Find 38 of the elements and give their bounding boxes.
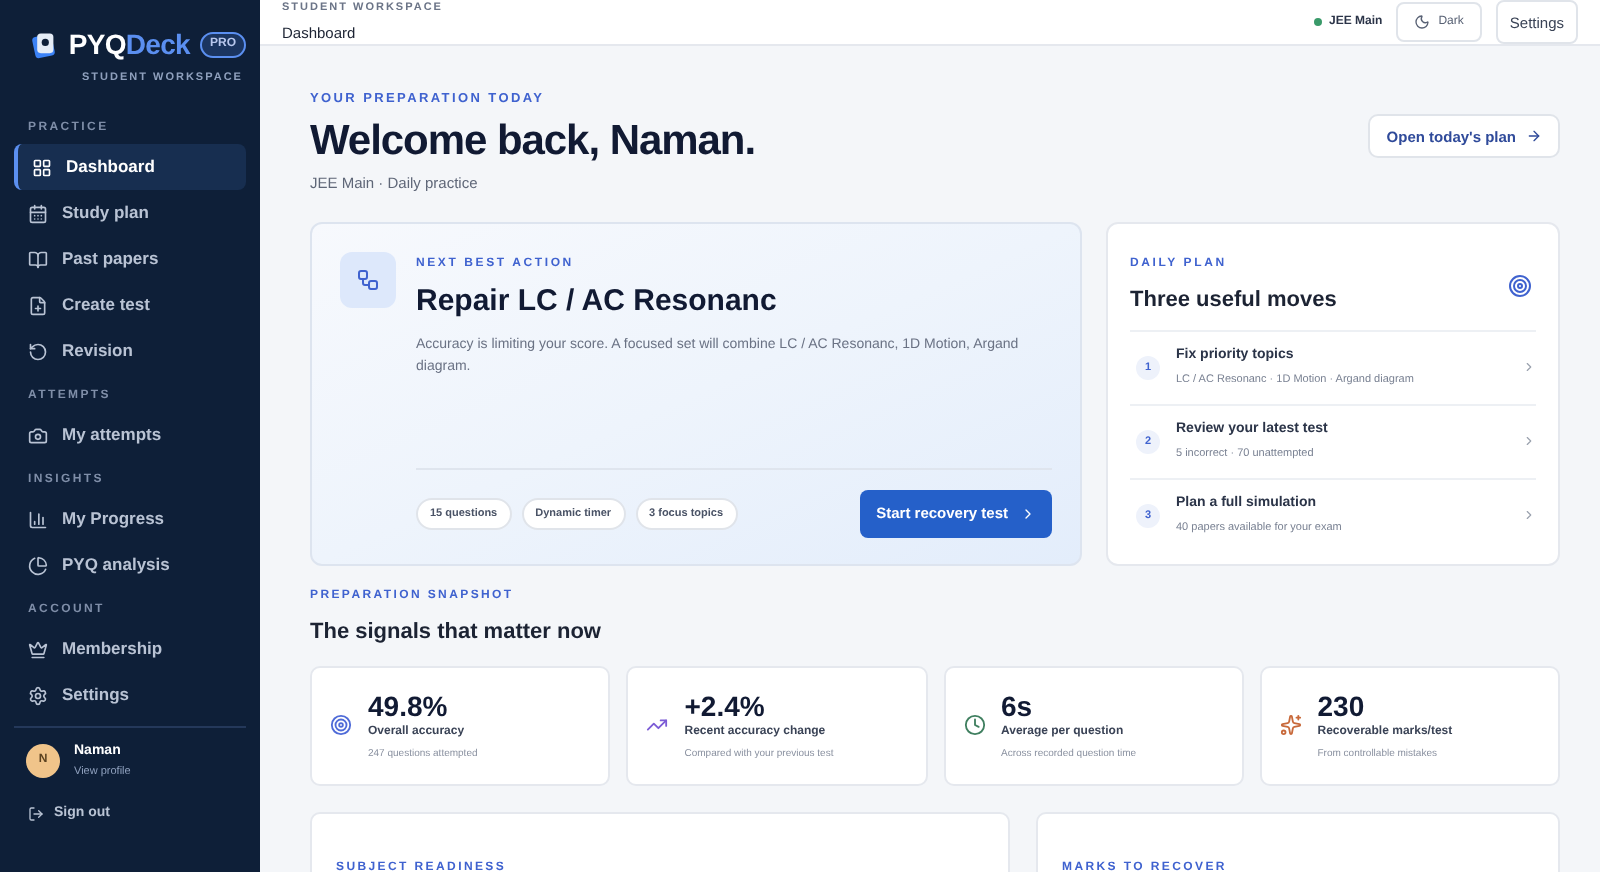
- nav-item[interactable]: Study plan: [14, 190, 246, 236]
- welcome-heading: Welcome back, Naman.: [310, 116, 756, 168]
- chevron-right-icon: [1020, 505, 1036, 522]
- nav-item[interactable]: PYQ analysis: [14, 542, 246, 588]
- crown-icon: [28, 639, 48, 659]
- book-icon: [28, 249, 48, 269]
- target-icon: [1508, 274, 1532, 299]
- nav-item[interactable]: My Progress: [14, 496, 246, 542]
- bar-chart-icon: [28, 509, 48, 529]
- nav-item[interactable]: Revision: [14, 328, 246, 374]
- nav-item[interactable]: Membership: [14, 626, 246, 672]
- pie-chart-icon: [28, 555, 48, 575]
- nav-item[interactable]: Past papers: [14, 236, 246, 282]
- action-title: Repair LC / AC Resonanc: [416, 282, 779, 323]
- calendar-icon: [28, 203, 48, 223]
- chevron-right-icon: [1522, 434, 1536, 449]
- grid-icon: [32, 157, 52, 177]
- stat-value: 49.8%: [368, 689, 450, 721]
- nav-item[interactable]: Dashboard: [14, 144, 246, 190]
- nav-item[interactable]: My attempts: [14, 412, 246, 458]
- chevron-right-icon: [1522, 508, 1536, 523]
- rotate-icon: [28, 341, 48, 361]
- camera-icon: [28, 425, 48, 445]
- nav-item[interactable]: Settings: [14, 672, 246, 718]
- file-plus-icon: [28, 295, 48, 315]
- arrow-right-icon: [1526, 128, 1542, 145]
- brand-name: PYQDeck: [68, 26, 190, 64]
- snapshot-heading: The signals that matter now: [310, 618, 603, 649]
- moon-icon: [1414, 14, 1431, 31]
- stat-value: 230: [1317, 689, 1367, 721]
- nav-item[interactable]: Create test: [14, 282, 246, 328]
- settings-icon: [28, 685, 48, 705]
- plan-title: Three useful moves: [1130, 286, 1337, 317]
- logo-icon: [30, 29, 59, 61]
- stat-value: +2.4%: [684, 689, 767, 721]
- stat-value: 6s: [1001, 689, 1035, 721]
- sign-out-icon: [28, 806, 44, 822]
- chevron-right-icon: [1522, 360, 1536, 375]
